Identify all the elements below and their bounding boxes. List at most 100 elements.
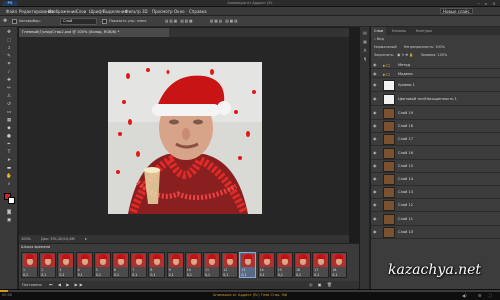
autoselect-dropdown[interactable]: Слой	[60, 18, 97, 25]
pen-icon[interactable]: ✒	[3, 141, 15, 148]
marquee-icon[interactable]: ⬚	[3, 37, 15, 44]
frame-delay[interactable]: 0,1	[223, 273, 228, 277]
filter-kind-label[interactable]: Вид	[377, 37, 384, 41]
close-icon[interactable]: ×	[491, 1, 497, 6]
tab-channels[interactable]: Каналы	[389, 27, 409, 35]
crop-icon[interactable]: ⌗	[3, 61, 15, 68]
visibility-eye-icon[interactable]: ◉	[373, 176, 379, 182]
eyedropper-icon[interactable]: ⁄	[3, 69, 15, 76]
status-menu-arrow-icon[interactable]: ▸	[85, 235, 87, 243]
visibility-eye-icon[interactable]: ◉	[373, 229, 379, 235]
distribute-icons[interactable]: ▥▦▤ ▨▩▧	[210, 18, 239, 25]
menu-view[interactable]: Просмотр	[150, 8, 175, 15]
gradient-icon[interactable]: ▦	[3, 117, 15, 124]
frame-delay[interactable]: 0,1	[314, 273, 319, 277]
timeline-frame[interactable]: 1 0,1	[21, 252, 38, 278]
history-icon[interactable]: ▤	[362, 30, 368, 36]
frame-delay[interactable]: 0,1	[241, 273, 246, 277]
playback-controls-icons[interactable]: ⏮ ◀ ▶ ▶▶	[49, 282, 85, 287]
volume-icon[interactable]: ◀)	[462, 293, 467, 298]
fill-field[interactable]: Заливка: 100%	[421, 53, 448, 57]
autoselect-checkbox[interactable]	[12, 19, 17, 24]
show-controls-checkbox[interactable]	[102, 19, 107, 24]
timeline-frame[interactable]: 14 0,1	[257, 252, 275, 278]
timeline-frame[interactable]: 8 0,1	[148, 252, 166, 278]
layer-group-row[interactable]: ◉ ▸▭ Метод	[371, 61, 500, 69]
adjustment-layer-row[interactable]: ◉ Уровни 1	[371, 79, 500, 92]
layer-row[interactable]: ◉ Слой 15	[371, 159, 500, 173]
visibility-eye-icon[interactable]: ◉	[373, 216, 379, 222]
align-icons[interactable]: ▤▥▦ ▧▨▩	[165, 18, 194, 25]
properties-icon[interactable]: ▦	[362, 39, 368, 45]
workspace-select[interactable]: Новые слайс	[440, 8, 473, 14]
shape-icon[interactable]: ▬	[3, 165, 15, 172]
layer-row[interactable]: ◉ Слой 12	[371, 199, 500, 213]
screen-mode-icon[interactable]: ▣	[3, 217, 15, 224]
paragraph-icon[interactable]: ¶	[362, 57, 368, 63]
frame-delay[interactable]: 0,1	[114, 273, 119, 277]
visibility-eye-icon[interactable]: ◉	[373, 123, 379, 129]
frame-delay[interactable]: 0,1	[23, 273, 28, 277]
adjustment-layer-row[interactable]: ◉ Цветовой тон/Насыщенность 1	[371, 93, 500, 106]
visibility-eye-icon[interactable]: ◉	[373, 136, 379, 142]
maximize-icon[interactable]: ▫	[483, 1, 489, 6]
timeline-frame[interactable]: 13 0,1	[239, 252, 257, 278]
background-color-swatch[interactable]	[8, 197, 15, 204]
seek-bar[interactable]	[0, 290, 500, 292]
frame-delay[interactable]: 0,1	[41, 273, 46, 277]
timeline-frame[interactable]: 6 0,1	[112, 252, 129, 278]
frame-delay[interactable]: 0,1	[332, 273, 337, 277]
layer-row[interactable]: ◉ Слой 17	[371, 133, 500, 147]
timeline-frame[interactable]: 12 0,1	[221, 252, 239, 278]
blend-mode-dropdown[interactable]: Нормальный	[374, 45, 397, 49]
frame-actions-icons[interactable]: ◎ ▣ 🗑	[309, 282, 334, 287]
timeline-frame[interactable]: 2 0,1	[39, 252, 57, 278]
frame-delay[interactable]: 0,1	[187, 273, 192, 277]
move-icon[interactable]: ✥	[3, 29, 15, 36]
frame-delay[interactable]: 0,1	[296, 273, 301, 277]
lasso-icon[interactable]: ↄ	[3, 45, 15, 52]
character-icon[interactable]: A	[362, 48, 368, 54]
settings-icon[interactable]: ⚙	[478, 293, 482, 298]
frame-delay[interactable]: 0,1	[132, 273, 137, 277]
visibility-eye-icon[interactable]: ◉	[373, 71, 379, 77]
visibility-eye-icon[interactable]: ◉	[373, 189, 379, 195]
timeline-frame[interactable]: 9 0,1	[166, 252, 184, 278]
opacity-field[interactable]: Непрозрачность: 100%	[404, 45, 445, 49]
timeline-frame[interactable]: 15 0,1	[275, 252, 293, 278]
stamp-icon[interactable]: ♙	[3, 93, 15, 100]
lock-icons[interactable]: ▣ ✎ ✥ 🔒	[397, 53, 413, 57]
zoom-level[interactable]: 100%	[21, 235, 31, 243]
loop-dropdown[interactable]: Постоянно	[22, 283, 42, 287]
visibility-eye-icon[interactable]: ◉	[373, 82, 379, 88]
visibility-eye-icon[interactable]: ◉	[373, 150, 379, 156]
frame-delay[interactable]: 0,1	[260, 273, 265, 277]
layer-row[interactable]: ◉ Слой 13	[371, 186, 500, 200]
visibility-eye-icon[interactable]: ◉	[373, 163, 379, 169]
frame-delay[interactable]: 0,1	[59, 273, 64, 277]
history-brush-icon[interactable]: ↺	[3, 101, 15, 108]
timeline-frame[interactable]: 11 0,1	[203, 252, 220, 278]
search-icon[interactable]: ⌕	[374, 37, 376, 41]
hand-icon[interactable]: ✋	[3, 173, 15, 180]
frame-delay[interactable]: 0,1	[150, 273, 155, 277]
layer-row[interactable]: ◉ Слой 14	[371, 173, 500, 186]
frame-delay[interactable]: 0,1	[205, 273, 210, 277]
frame-delay[interactable]: 0,1	[169, 273, 174, 277]
menu-help[interactable]: Справка	[187, 8, 209, 15]
type-icon[interactable]: T	[3, 149, 15, 156]
timeline-frame[interactable]: 16 0,1	[294, 252, 311, 278]
layer-group-row[interactable]: ◉ ▸▭ Модели	[371, 70, 500, 78]
fullscreen-icon[interactable]: ⛶	[489, 293, 492, 298]
frame-delay[interactable]: 0,1	[78, 273, 83, 277]
layer-row[interactable]: ◉ Слой 11	[371, 212, 500, 226]
menu-window[interactable]: Окно	[172, 8, 187, 15]
visibility-eye-icon[interactable]: ◉	[373, 202, 379, 208]
frame-delay[interactable]: 0,1	[278, 273, 283, 277]
document-tab[interactable]: Гневный(Гуляр)Стар2.psd @ 100% (Холод, R…	[19, 28, 169, 37]
quick-mask-icon[interactable]: ◙	[3, 209, 15, 216]
timeline-frame[interactable]: 5 0,1	[93, 252, 111, 278]
eraser-icon[interactable]: ▭	[3, 109, 15, 116]
timeline-frame[interactable]: 18 0,1	[330, 252, 348, 278]
frame-delay[interactable]: 0,1	[96, 273, 101, 277]
